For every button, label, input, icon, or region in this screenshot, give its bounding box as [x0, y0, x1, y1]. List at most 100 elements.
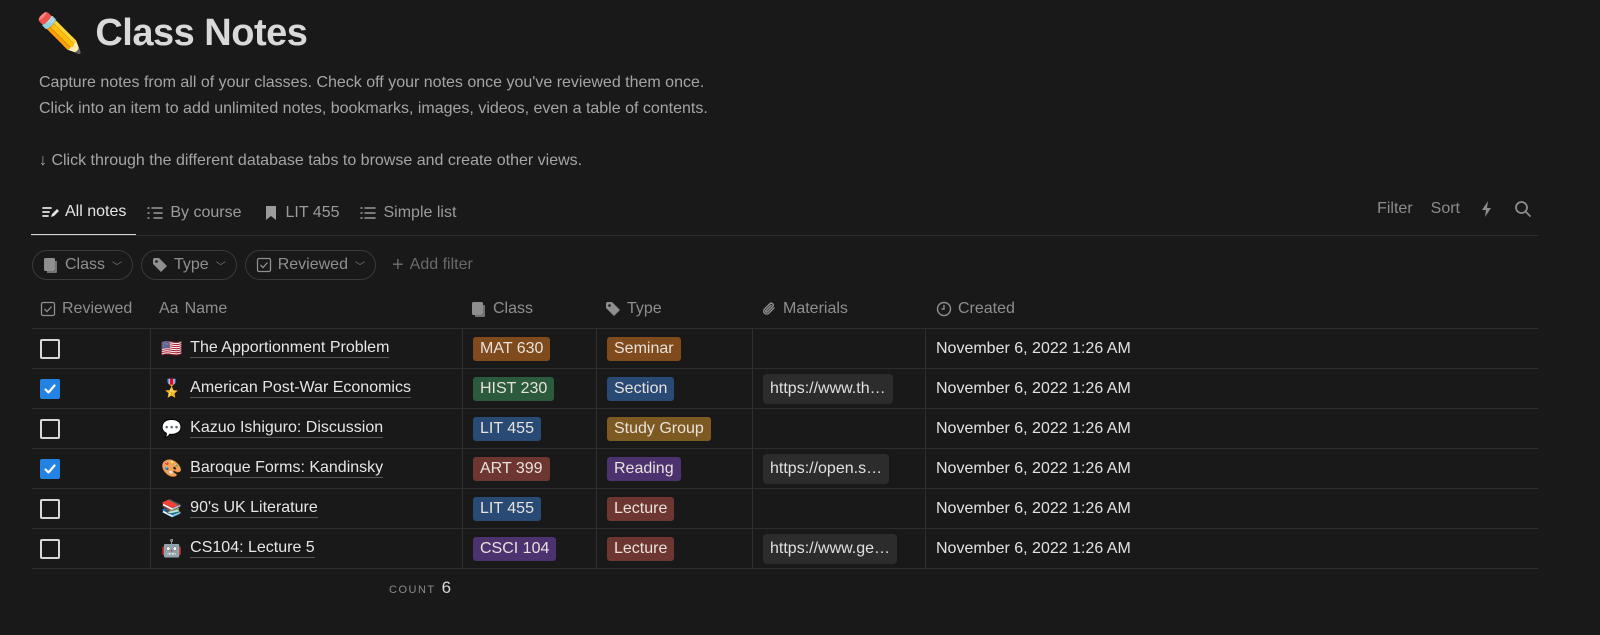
bookmark-icon: [265, 206, 276, 220]
chevron-down-icon: ﹀: [112, 261, 123, 273]
column-label: Reviewed: [62, 299, 133, 317]
page-title-text[interactable]: Class Notes: [95, 12, 308, 55]
created-cell: November 6, 2022 1:26 AM: [936, 419, 1131, 437]
tag-icon: [606, 301, 620, 316]
tab-label: Simple list: [383, 204, 457, 221]
tab-label: By course: [170, 204, 242, 221]
table-row[interactable]: 💬 Kazuo Ishiguro: Discussion LIT 455 Study …: [32, 409, 1538, 449]
type-cell[interactable]: Reading: [597, 449, 753, 488]
reviewed-cell: [32, 529, 151, 568]
class-cell[interactable]: CSCI 104: [463, 529, 597, 568]
column-header-class[interactable]: Class: [463, 289, 597, 328]
type-cell[interactable]: Section: [597, 369, 753, 408]
materials-cell[interactable]: [753, 409, 926, 448]
materials-cell[interactable]: [753, 489, 926, 528]
note-title-link[interactable]: American Post-War Economics: [190, 379, 411, 398]
filter-chip-label: Class: [65, 256, 106, 273]
materials-cell[interactable]: https://www.th…: [753, 369, 926, 408]
column-header-type[interactable]: Type: [597, 289, 753, 328]
reviewed-checkbox[interactable]: [40, 418, 60, 439]
table-row[interactable]: 🎖️ American Post-War Economics HIST 230 Sec…: [32, 369, 1538, 409]
chevron-down-icon: ﹀: [354, 261, 365, 273]
class-tag: ART 399: [473, 456, 550, 481]
page-emoji-icon: 📚: [161, 498, 183, 518]
materials-cell[interactable]: [753, 329, 926, 368]
count-label: COUNT: [389, 584, 436, 596]
class-cell[interactable]: LIT 455: [463, 489, 597, 528]
note-title-link[interactable]: Kazuo Ishiguro: Discussion: [190, 419, 384, 438]
count-value: 6: [441, 578, 452, 597]
column-header-created[interactable]: Created: [926, 289, 1538, 328]
created-cell: November 6, 2022 1:26 AM: [936, 539, 1131, 557]
name-cell: 💬 Kazuo Ishiguro: Discussion: [151, 409, 463, 448]
table-row[interactable]: 🇺🇸 The Apportionment Problem MAT 630 Semina…: [32, 329, 1538, 369]
type-cell[interactable]: Lecture: [597, 489, 753, 528]
note-title-link[interactable]: 90's UK Literature: [190, 499, 318, 518]
tab-label: LIT 455: [285, 204, 340, 221]
note-title-link[interactable]: Baroque Forms: Kandinsky: [190, 459, 384, 478]
reviewed-checkbox[interactable]: [40, 378, 60, 399]
class-cell[interactable]: HIST 230: [463, 369, 597, 408]
class-cell[interactable]: MAT 630: [463, 329, 597, 368]
note-title-link[interactable]: CS104: Lecture 5: [190, 539, 315, 558]
created-cell: November 6, 2022 1:26 AM: [936, 499, 1131, 517]
column-label: Created: [958, 299, 1015, 317]
class-tag: LIT 455: [473, 416, 541, 441]
plus-icon: +: [391, 253, 404, 276]
view-tabs: All notes By course LIT 455 Simple list: [31, 194, 466, 236]
materials-link[interactable]: https://www.th…: [763, 373, 893, 404]
filter-chip-type[interactable]: Type ﹀: [141, 250, 237, 280]
type-tag: Seminar: [607, 336, 681, 361]
table-footer-count[interactable]: COUNT 6: [389, 578, 451, 598]
table-row[interactable]: 📚 90's UK Literature LIT 455 Lecture Novembe…: [32, 489, 1538, 529]
filter-chip-reviewed[interactable]: Reviewed ﹀: [244, 250, 376, 280]
note-title-link[interactable]: The Apportionment Problem: [190, 339, 390, 358]
tab-simple-list[interactable]: Simple list: [349, 194, 466, 232]
filter-chip-class[interactable]: Class ﹀: [32, 250, 134, 280]
table-row[interactable]: 🤖 CS104: Lecture 5 CSCI 104 Lecture https://…: [32, 529, 1538, 569]
table-body: 🇺🇸 The Apportionment Problem MAT 630 Semina…: [32, 329, 1538, 569]
lightning-icon[interactable]: [1478, 200, 1496, 218]
type-cell[interactable]: Study Group: [597, 409, 753, 448]
filter-button[interactable]: Filter: [1377, 200, 1413, 218]
reviewed-checkbox[interactable]: [40, 458, 60, 479]
type-cell[interactable]: Seminar: [597, 329, 753, 368]
materials-cell[interactable]: https://open.s…: [753, 449, 926, 488]
reviewed-cell: [32, 489, 151, 528]
materials-link[interactable]: https://www.ge…: [763, 533, 898, 564]
name-cell: 🎨 Baroque Forms: Kandinsky: [151, 449, 463, 488]
materials-link[interactable]: https://open.s…: [763, 453, 890, 484]
checkbox-icon: [256, 257, 271, 273]
text-icon: Aa: [159, 299, 179, 317]
class-cell[interactable]: LIT 455: [463, 409, 597, 448]
page-title: ✏️ Class Notes: [36, 12, 308, 55]
filter-chip-label: Reviewed: [277, 256, 348, 273]
tab-by-course[interactable]: By course: [136, 194, 251, 232]
reviewed-checkbox[interactable]: [40, 538, 60, 559]
list-icon: [360, 207, 377, 219]
column-label: Materials: [783, 299, 848, 317]
search-icon[interactable]: [1514, 200, 1532, 218]
materials-cell[interactable]: https://www.ge…: [753, 529, 926, 568]
page-emoji-icon: 🇺🇸: [161, 338, 183, 358]
tab-all-notes[interactable]: All notes: [31, 194, 137, 236]
type-cell[interactable]: Lecture: [597, 529, 753, 568]
reviewed-cell: [32, 329, 151, 368]
tab-lit-455[interactable]: LIT 455: [252, 194, 350, 232]
created-cell: November 6, 2022 1:26 AM: [936, 459, 1131, 477]
column-header-reviewed[interactable]: Reviewed: [32, 289, 151, 328]
column-header-name[interactable]: Aa Name: [151, 289, 463, 328]
checkmark-icon: [44, 383, 56, 394]
type-tag: Lecture: [607, 496, 675, 521]
add-filter-label: Add filter: [409, 256, 473, 273]
column-header-materials[interactable]: Materials: [753, 289, 926, 328]
sort-button[interactable]: Sort: [1431, 200, 1460, 218]
checkbox-icon: [40, 301, 56, 316]
column-label: Type: [627, 299, 662, 317]
table-row[interactable]: 🎨 Baroque Forms: Kandinsky ART 399 Reading h…: [32, 449, 1538, 489]
reviewed-checkbox[interactable]: [40, 338, 60, 359]
add-filter-button[interactable]: + Add filter: [384, 254, 481, 277]
class-cell[interactable]: ART 399: [463, 449, 597, 488]
page-emoji-icon: 🤖: [161, 538, 183, 558]
reviewed-checkbox[interactable]: [40, 498, 60, 519]
